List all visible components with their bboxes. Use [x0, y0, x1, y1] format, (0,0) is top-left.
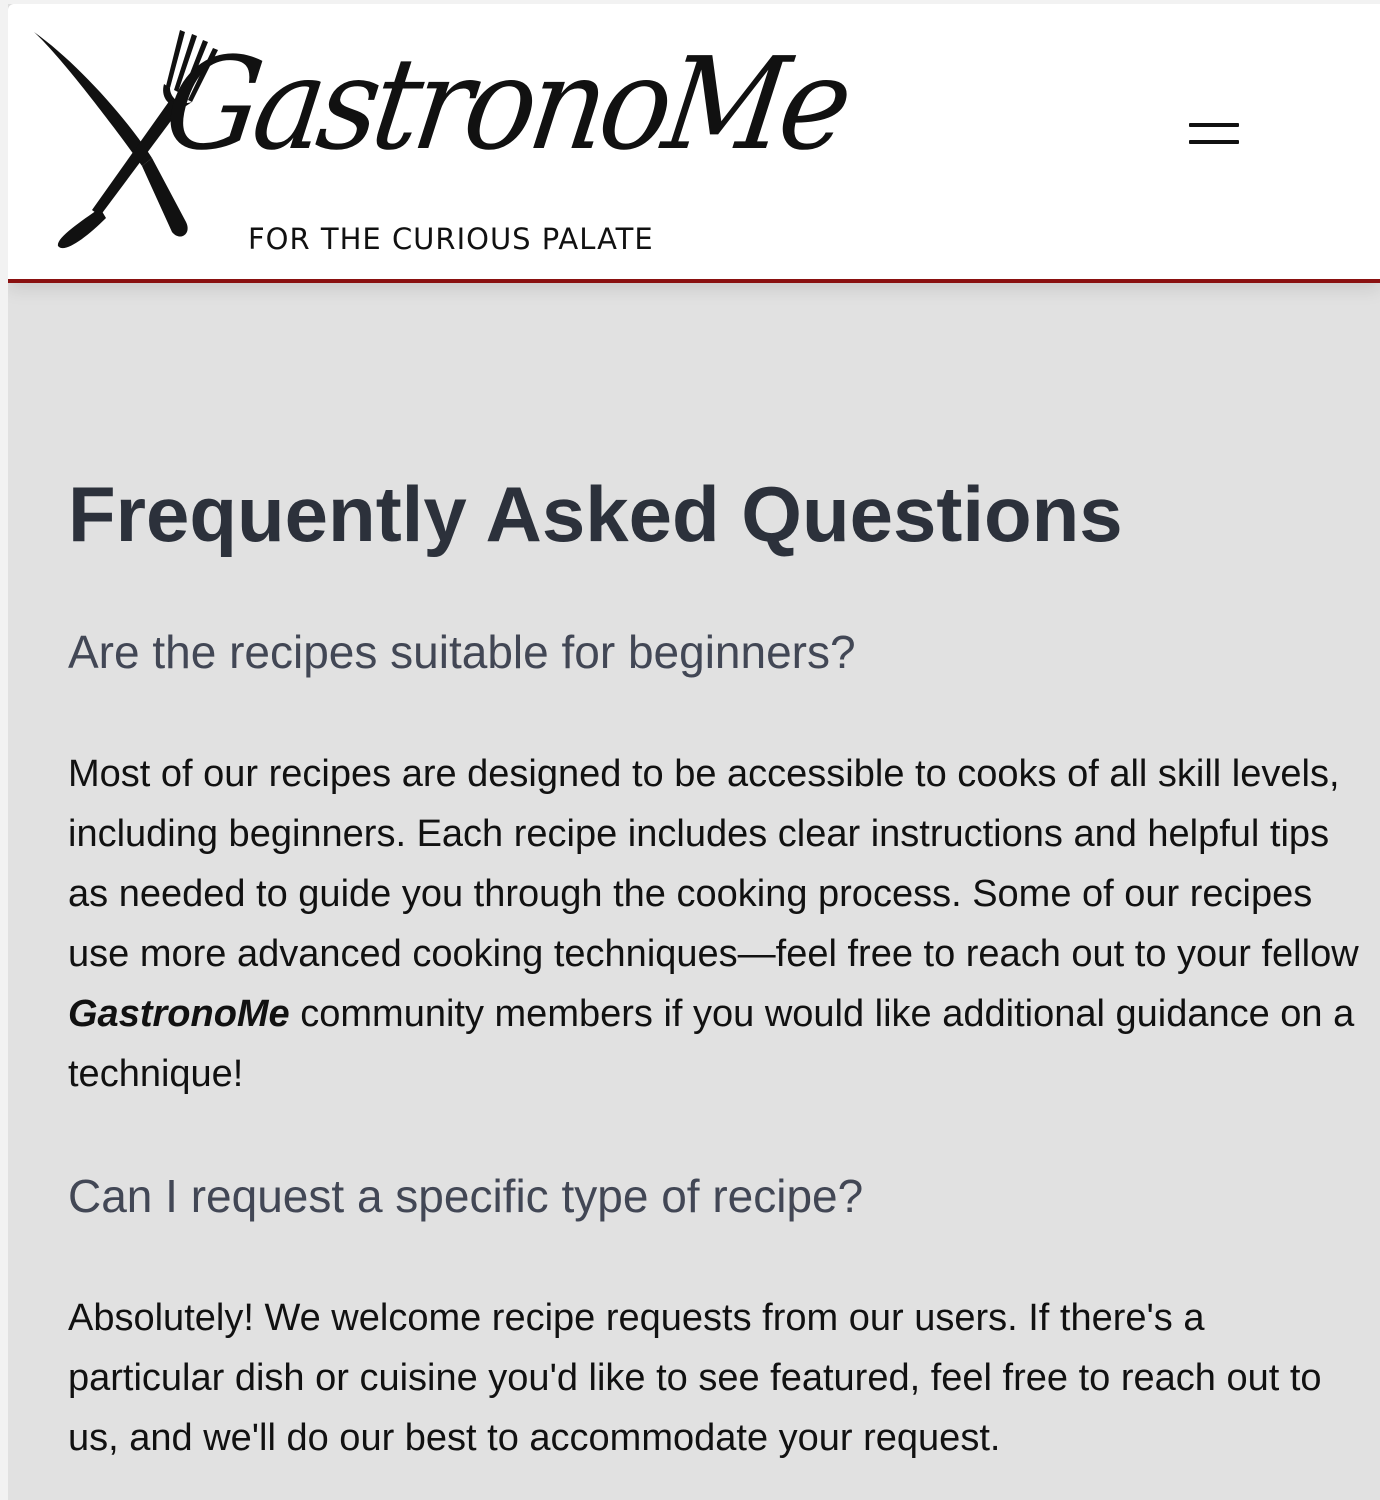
faq-answer-request-recipe: Absolutely! We welcome recipe requests f…: [68, 1297, 1322, 1459]
logo-wordmark: GastronoMe: [156, 29, 856, 179]
page-title: Frequently Asked Questions: [68, 470, 1123, 558]
site-header: GastronoMe FOR THE CURIOUS PALATE: [8, 4, 1380, 283]
hamburger-menu-icon[interactable]: [1178, 108, 1250, 164]
brand-name-inline: GastronoMe: [68, 993, 290, 1035]
faq-question-beginners: Are the recipes suitable for beginners?: [68, 626, 856, 678]
menu-bar-top: [1189, 123, 1239, 127]
site-logo[interactable]: GastronoMe FOR THE CURIOUS PALATE: [30, 26, 855, 258]
page-frame: GastronoMe FOR THE CURIOUS PALATE Freque…: [8, 4, 1380, 1500]
menu-bar-bottom: [1189, 140, 1239, 144]
faq-question-request-recipe: Can I request a specific type of recipe?: [68, 1170, 864, 1222]
logo-tagline: FOR THE CURIOUS PALATE: [248, 222, 654, 256]
faq-answer-beginners: Most of our recipes are designed to be a…: [68, 744, 1368, 1104]
faq-section: Frequently Asked Questions Are the recip…: [68, 464, 1368, 1468]
faq-answer-text: Most of our recipes are designed to be a…: [68, 753, 1359, 975]
